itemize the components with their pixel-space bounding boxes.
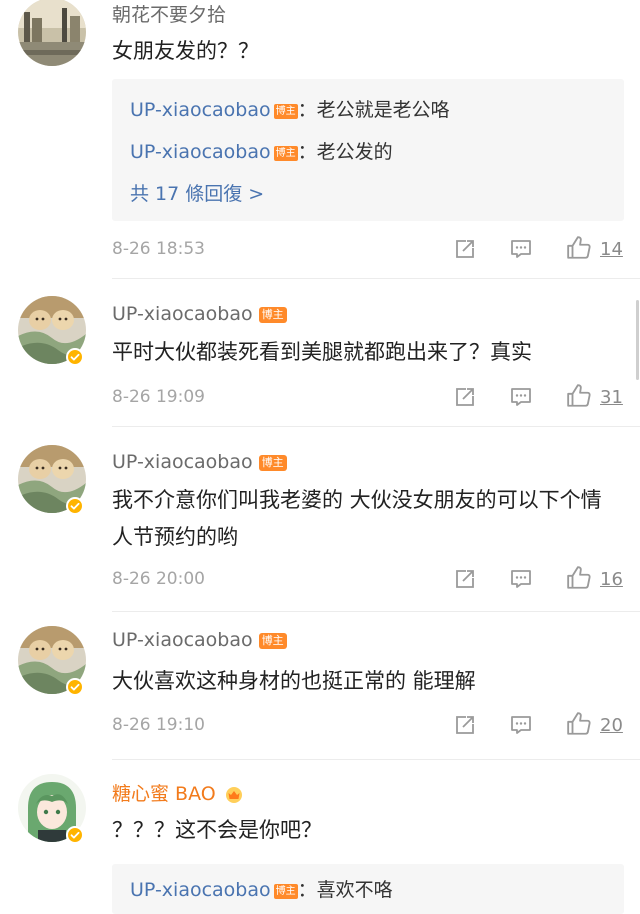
username-text: UP-xiaocaobao (112, 451, 253, 473)
comment-item: UP-xiaocaobao 博主 平时大伙都装死看到美腿就都跑出来了？真实 8-2… (0, 279, 640, 427)
reply-line: UP-xiaocaobao 博主 ：老公就是老公咯 (130, 95, 450, 122)
vip-crown-icon (224, 784, 244, 804)
verified-badge-icon (66, 826, 84, 844)
comment-time: 8-26 19:10 (112, 715, 205, 735)
scrollbar[interactable] (636, 300, 639, 380)
like-icon[interactable] (566, 235, 592, 261)
verified-badge-icon (66, 678, 84, 696)
verified-badge-icon (66, 348, 84, 366)
like-icon[interactable] (566, 383, 592, 409)
comment-text: 女朋友发的？？ (112, 39, 259, 63)
comment-item: UP-xiaocaobao 博主 大伙喜欢这种身材的也挺正常的 能理解 8-26 … (0, 612, 640, 760)
comment-username[interactable]: 糖心蜜 BAO (112, 779, 244, 806)
reply-box[interactable]: UP-xiaocaobao 博主 ：老公就是老公咯 UP-xiaocaobao 博主：… (112, 79, 624, 221)
avatar[interactable] (18, 0, 86, 66)
author-tag: 博主 (258, 455, 287, 471)
author-tag: 博主 (273, 104, 298, 119)
author-tag: 博主 (258, 633, 287, 649)
username-text: 糖心蜜 BAO (112, 783, 216, 805)
like-count[interactable]: 16 (600, 569, 623, 590)
reply-username[interactable]: UP-xiaocaobao (130, 99, 271, 121)
comment-text: 平时大伙都装死看到美腿就都跑出来了？真实 (112, 340, 532, 364)
comment-meta: 8-26 18:53 14 (0, 235, 640, 265)
reply-line: UP-xiaocaobao 博主 ：喜欢不咯 (130, 875, 393, 902)
share-icon[interactable] (453, 237, 477, 261)
avatar-image (18, 0, 86, 66)
username-text: UP-xiaocaobao (112, 629, 253, 651)
comment-icon[interactable] (509, 567, 533, 591)
reply-username[interactable]: UP-xiaocaobao (130, 141, 271, 163)
view-more-replies-link[interactable]: 共 17 條回復 > (130, 179, 264, 206)
reply-username[interactable]: UP-xiaocaobao (130, 879, 271, 901)
author-tag: 博主 (258, 307, 287, 323)
reply-box[interactable]: UP-xiaocaobao 博主 ：喜欢不咯 (112, 864, 624, 914)
comment-icon[interactable] (509, 713, 533, 737)
reply-text: ：喜欢不咯 (297, 879, 393, 901)
reply-text: ：老公发的 (297, 141, 393, 163)
share-icon[interactable] (453, 713, 477, 737)
reply-text: ：老公就是老公咯 (297, 99, 450, 121)
comment-item: 糖心蜜 BAO ？？？这不会是你吧？ UP-xiaocaobao 博主 ：喜欢不咯 (0, 760, 640, 914)
comment-username[interactable]: 朝花不要夕拾 (112, 0, 226, 27)
comment-text: 我不介意你们叫我老婆的 大伙没女朋友的可以下个情人节预约的哟 (112, 488, 602, 549)
comment-username[interactable]: UP-xiaocaobao 博主 (112, 629, 287, 651)
like-icon[interactable] (566, 711, 592, 737)
username-text: UP-xiaocaobao (112, 303, 253, 325)
verified-badge-icon (66, 497, 84, 515)
comment-meta: 8-26 20:00 16 (0, 565, 640, 595)
comment-text: ？？？这不会是你吧？ (112, 818, 322, 842)
share-icon[interactable] (453, 385, 477, 409)
comment-meta: 8-26 19:09 31 (0, 383, 640, 413)
comment-item: UP-xiaocaobao 博主 我不介意你们叫我老婆的 大伙没女朋友的可以下个情… (0, 427, 640, 612)
comment-icon[interactable] (509, 237, 533, 261)
comment-username[interactable]: UP-xiaocaobao 博主 (112, 451, 287, 473)
comment-time: 8-26 18:53 (112, 239, 205, 259)
like-count[interactable]: 31 (600, 387, 623, 408)
comment-text: 大伙喜欢这种身材的也挺正常的 能理解 (112, 669, 476, 693)
like-count[interactable]: 20 (600, 715, 623, 736)
like-icon[interactable] (566, 565, 592, 591)
comment-meta: 8-26 19:10 20 (0, 711, 640, 741)
author-tag: 博主 (273, 146, 298, 161)
like-count[interactable]: 14 (600, 239, 623, 260)
reply-line: UP-xiaocaobao 博主 ：老公发的 (130, 137, 393, 164)
comment-username[interactable]: UP-xiaocaobao 博主 (112, 303, 287, 325)
comment-icon[interactable] (509, 385, 533, 409)
author-tag: 博主 (273, 884, 298, 899)
comment-time: 8-26 20:00 (112, 569, 205, 589)
comment-item: 朝花不要夕拾 女朋友发的？？ UP-xiaocaobao 博主 ：老公就是老公咯 U… (0, 0, 640, 279)
comment-time: 8-26 19:09 (112, 387, 205, 407)
share-icon[interactable] (453, 567, 477, 591)
